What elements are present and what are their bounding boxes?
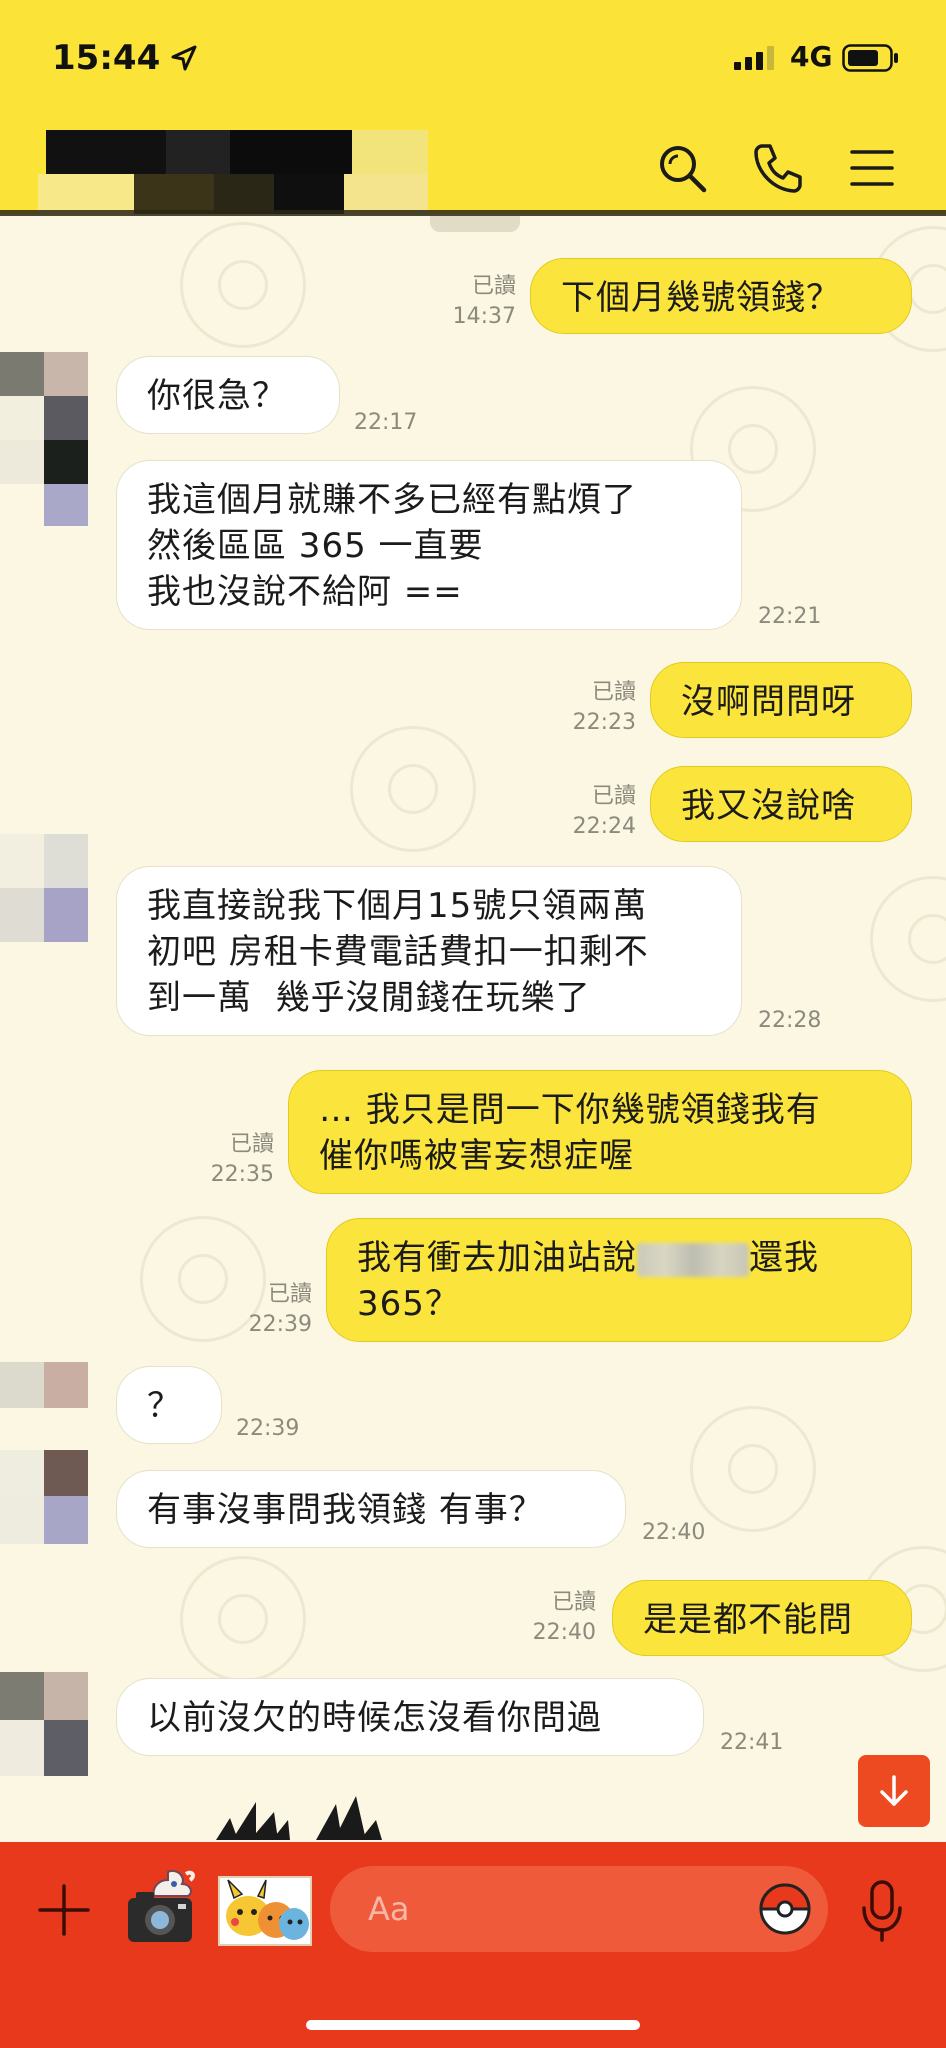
network-type: 4G (790, 40, 833, 73)
contact-avatar[interactable] (0, 1362, 88, 1408)
message-text-part: 我有衝去加油站說 (357, 1238, 637, 1278)
phone-icon[interactable] (750, 140, 806, 196)
read-receipt: 已讀 (229, 1132, 274, 1157)
menu-icon[interactable] (844, 140, 900, 196)
message-time: 22:24 (572, 814, 636, 839)
outgoing-message[interactable]: … 我只是問一下你幾號領錢我有 催你嗎被害妄想症喔 (288, 1070, 912, 1194)
pokeball-watermark-icon (350, 726, 476, 852)
pokemon-sticker-icon (226, 1879, 309, 1940)
redacted-text (637, 1242, 749, 1277)
plus-icon[interactable] (34, 1880, 94, 1940)
home-indicator (306, 2020, 640, 2030)
incoming-message[interactable]: 你很急？ (116, 356, 340, 434)
pokeball-watermark-icon (870, 876, 946, 1002)
pokeball-watermark-icon (180, 1556, 306, 1682)
incoming-message[interactable]: ？ (116, 1366, 222, 1444)
incoming-message[interactable]: 我這個月就賺不多已經有點煩了 然後區區 365 一直要 我也沒說不給阿 == (116, 460, 742, 630)
outgoing-message[interactable]: 是是都不能問 (612, 1580, 912, 1656)
message-time: 22:40 (532, 1620, 596, 1645)
read-receipt: 已讀 (551, 1590, 596, 1615)
read-receipt: 已讀 (471, 274, 516, 299)
pokeball-emoji-icon[interactable] (758, 1882, 812, 1936)
message-time: 22:21 (758, 604, 822, 629)
read-receipt: 已讀 (591, 784, 636, 809)
sticker-fragment (216, 1796, 382, 1840)
pokeball-watermark-icon (180, 222, 306, 348)
outgoing-message[interactable]: 我有衝去加油站說 還我 365？ (326, 1218, 912, 1342)
signal-icon (734, 46, 774, 70)
sticker-button[interactable] (218, 1876, 312, 1946)
top-bar: 15:44 4G (0, 0, 946, 214)
battery-icon (842, 44, 898, 72)
read-receipt: 已讀 (267, 1282, 312, 1307)
message-time: 14:37 (452, 304, 516, 329)
contact-avatar[interactable] (0, 834, 88, 942)
microphone-icon[interactable] (858, 1878, 906, 1944)
contact-avatar[interactable] (0, 1672, 88, 1776)
location-arrow-icon (171, 45, 197, 71)
status-time: 15:44 (52, 38, 161, 78)
outgoing-message[interactable]: 沒啊問問呀 (650, 662, 912, 738)
message-time: 22:41 (720, 1730, 784, 1755)
contact-name-redacted (38, 130, 428, 214)
message-input[interactable]: Aa (330, 1866, 828, 1952)
message-time: 22:28 (758, 1008, 822, 1033)
chat-area[interactable]: 已讀 14:37 下個月幾號領錢？ 你很急？ 22:17 我這個月就賺不多已經有… (0, 216, 946, 1842)
read-receipt: 已讀 (591, 680, 636, 705)
scroll-to-bottom-button[interactable] (858, 1755, 930, 1827)
message-time: 22:23 (572, 710, 636, 735)
incoming-message[interactable]: 以前沒欠的時候怎沒看你問過 (116, 1678, 704, 1756)
pokeball-watermark-icon (690, 1406, 816, 1532)
input-bar: Aa (0, 1842, 946, 2048)
message-time: 22:39 (248, 1312, 312, 1337)
incoming-message[interactable]: 有事沒事問我領錢 有事？ (116, 1470, 626, 1548)
incoming-message[interactable]: 我直接說我下個月15號只領兩萬 初吧 房租卡費電話費扣一扣剩不 到一萬 幾乎沒閒… (116, 866, 742, 1036)
contact-avatar[interactable] (0, 352, 88, 526)
chat-top-fragment (430, 216, 520, 232)
message-time: 22:17 (354, 410, 418, 435)
outgoing-message[interactable]: 下個月幾號領錢？ (530, 258, 912, 334)
message-time: 22:35 (210, 1162, 274, 1187)
camera-icon[interactable] (124, 1868, 198, 1948)
search-icon[interactable] (654, 140, 710, 196)
contact-avatar[interactable] (0, 1450, 88, 1544)
outgoing-message[interactable]: 我又沒說啥 (650, 766, 912, 842)
arrow-down-icon (880, 1775, 908, 1806)
message-time: 22:39 (236, 1416, 300, 1441)
message-time: 22:40 (642, 1520, 706, 1545)
